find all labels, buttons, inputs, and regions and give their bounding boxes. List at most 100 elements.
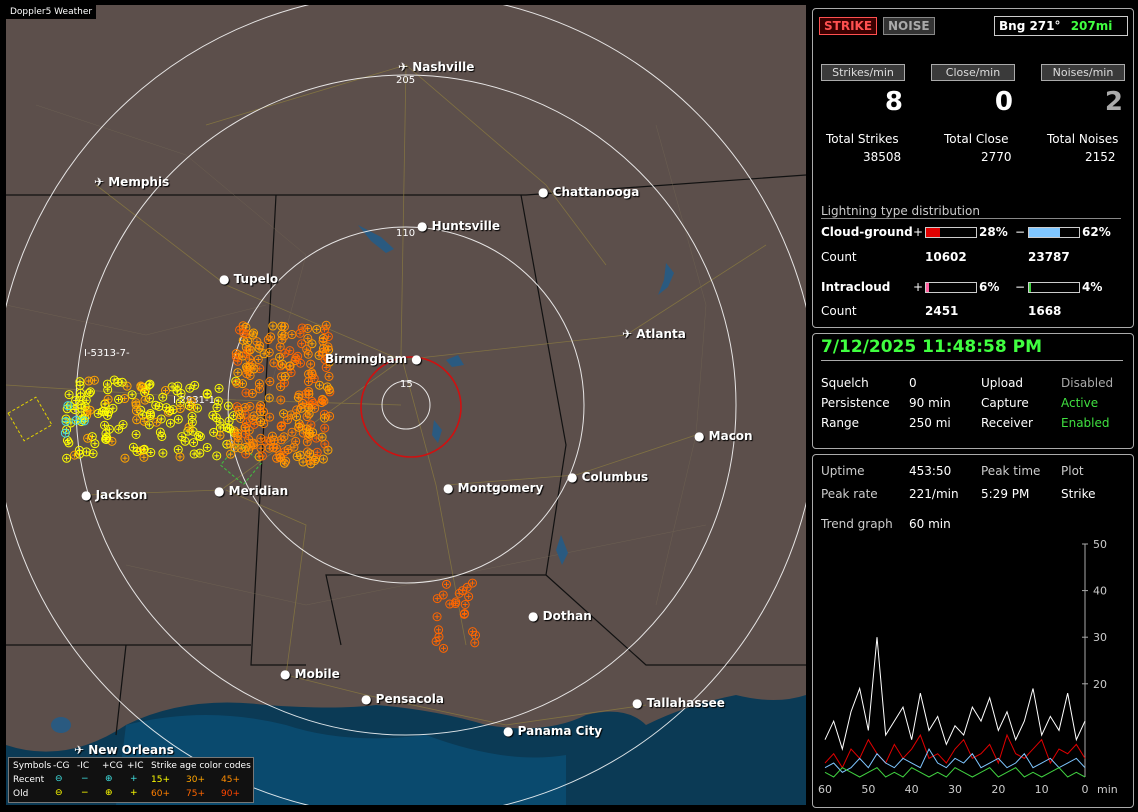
statistics-panel: Uptime 453:50 Peak time Plot Peak rate 2… bbox=[812, 454, 1134, 808]
y-tick-label: 20 bbox=[1093, 678, 1107, 691]
x-tick-label: 60 bbox=[818, 783, 832, 796]
strike-symbol bbox=[303, 349, 313, 359]
strike-symbol bbox=[268, 321, 278, 331]
strike-symbol bbox=[189, 449, 199, 459]
ic-minus-sign: − bbox=[1015, 280, 1026, 294]
city-atlanta: ✈ Atlanta bbox=[622, 327, 686, 341]
bearing-value: Bng 271° bbox=[999, 19, 1061, 33]
y-tick-label: 50 bbox=[1093, 539, 1107, 551]
strike-symbol bbox=[175, 452, 185, 462]
ic-positive-pct: 6% bbox=[979, 280, 1000, 294]
strike-symbol bbox=[306, 359, 316, 369]
distribution-title: Lightning type distribution bbox=[821, 204, 1121, 219]
cg-negative-count: 23787 bbox=[1028, 250, 1070, 264]
strike-symbol bbox=[158, 392, 168, 402]
strike-symbol bbox=[295, 328, 305, 338]
legend-col: +IC bbox=[127, 761, 144, 771]
city-pensacola: ● Pensacola bbox=[361, 692, 444, 706]
peak-time-label: Peak time bbox=[981, 464, 1041, 478]
strike-symbol bbox=[302, 437, 312, 447]
cg-positive-pct: 28% bbox=[979, 225, 1008, 239]
strike-symbol bbox=[131, 406, 141, 416]
ring-label-205: 205 bbox=[396, 75, 415, 86]
x-tick-label: 50 bbox=[861, 783, 875, 796]
strike-symbol bbox=[302, 344, 312, 354]
strike-symbol bbox=[312, 324, 322, 334]
noises-per-min-value: 2 bbox=[1104, 87, 1123, 117]
neg-ic-old-icon: − bbox=[81, 788, 89, 798]
neg-cg-recent-icon: ⊖ bbox=[55, 774, 63, 784]
total-strikes-label: Total Strikes bbox=[826, 132, 899, 146]
city-birmingham: Birmingham ● bbox=[325, 352, 422, 366]
city-montgomery: ● Montgomery bbox=[443, 481, 544, 495]
strike-indicator: STRIKE bbox=[819, 17, 878, 35]
legend-age-label: Strike age color codes bbox=[151, 761, 251, 771]
strike-symbol bbox=[173, 414, 183, 424]
strike-symbol bbox=[120, 453, 130, 463]
y-tick-label: 30 bbox=[1093, 631, 1107, 644]
pos-ic-recent-icon: + bbox=[130, 774, 138, 784]
trend-value: 60 min bbox=[909, 517, 951, 531]
squelch-label: Squelch bbox=[821, 376, 869, 390]
noises-per-min-header: Noises/min bbox=[1041, 64, 1125, 81]
strike-symbol bbox=[317, 432, 327, 442]
ic-positive-count: 2451 bbox=[925, 304, 959, 318]
strike-symbol bbox=[109, 375, 119, 385]
receiver-value: Enabled bbox=[1061, 416, 1110, 430]
squelch-value: 0 bbox=[909, 376, 917, 390]
uptime-value: 453:50 bbox=[909, 464, 952, 478]
app-title: Doppler5 Weather bbox=[6, 5, 97, 19]
trend-series-line bbox=[824, 767, 1086, 778]
pos-cg-old-icon: ⊕ bbox=[105, 788, 113, 798]
strike-symbol bbox=[439, 643, 449, 653]
pos-ic-old-icon: + bbox=[130, 788, 138, 798]
x-tick-label: 30 bbox=[948, 783, 962, 796]
legend-col: -CG bbox=[53, 761, 70, 771]
strike-symbol bbox=[209, 427, 219, 437]
ic-negative-bar bbox=[1028, 282, 1080, 293]
strike-symbol bbox=[259, 349, 269, 359]
strike-symbol bbox=[165, 418, 175, 428]
radar-map[interactable]: 205 110 15 I-5313-7- I-2931-1- Doppler5 … bbox=[6, 5, 806, 805]
ic-negative-pct: 4% bbox=[1082, 280, 1103, 294]
peak-rate-label: Peak rate bbox=[821, 487, 878, 501]
peak-time-value: 5:29 PM bbox=[981, 487, 1030, 501]
strike-symbol bbox=[303, 333, 313, 343]
distance-value: 207mi bbox=[1070, 19, 1113, 33]
strikes-per-min-header: Strikes/min bbox=[821, 64, 905, 81]
legend-age: 15+ bbox=[151, 775, 170, 785]
strike-symbol bbox=[441, 579, 451, 589]
strike-symbol bbox=[103, 385, 113, 395]
range-rings bbox=[6, 5, 806, 805]
x-tick-label: 10 bbox=[1035, 783, 1049, 796]
city-columbus: ● Columbus bbox=[567, 470, 649, 484]
legend-symbols-label: Symbols bbox=[13, 761, 52, 771]
strike-symbol bbox=[314, 380, 324, 390]
strike-symbol bbox=[280, 348, 290, 358]
strike-symbol bbox=[464, 592, 474, 602]
city-mobile: ● Mobile bbox=[280, 667, 340, 681]
legend-recent-label: Recent bbox=[13, 775, 45, 785]
cg-positive-count: 10602 bbox=[925, 250, 967, 264]
ic-positive-bar bbox=[925, 282, 977, 293]
trend-series-line bbox=[824, 637, 1086, 751]
map-graphics: 205 110 15 I-5313-7- I-2931-1- bbox=[6, 5, 806, 805]
city-memphis: ✈ Memphis bbox=[94, 175, 170, 189]
city-huntsville: ● Huntsville bbox=[417, 219, 500, 233]
cg-minus-sign: − bbox=[1015, 225, 1026, 239]
uptime-label: Uptime bbox=[821, 464, 865, 478]
neg-ic-recent-icon: − bbox=[81, 774, 89, 784]
persistence-value: 90 min bbox=[909, 396, 951, 410]
legend-age: 60+ bbox=[151, 789, 170, 799]
strike-symbol bbox=[64, 390, 74, 400]
legend-col: +CG bbox=[102, 761, 123, 771]
strike-symbol bbox=[325, 411, 335, 421]
strike-symbol bbox=[140, 395, 150, 405]
cloud-ground-label: Cloud-ground bbox=[821, 225, 913, 239]
cg-negative-bar bbox=[1028, 227, 1080, 238]
strike-symbol bbox=[287, 427, 297, 437]
total-strikes-value: 38508 bbox=[863, 150, 902, 164]
ring-label-110: 110 bbox=[396, 228, 415, 239]
interstate-label: I-5313-7- bbox=[84, 348, 130, 359]
upload-value: Disabled bbox=[1061, 376, 1114, 390]
